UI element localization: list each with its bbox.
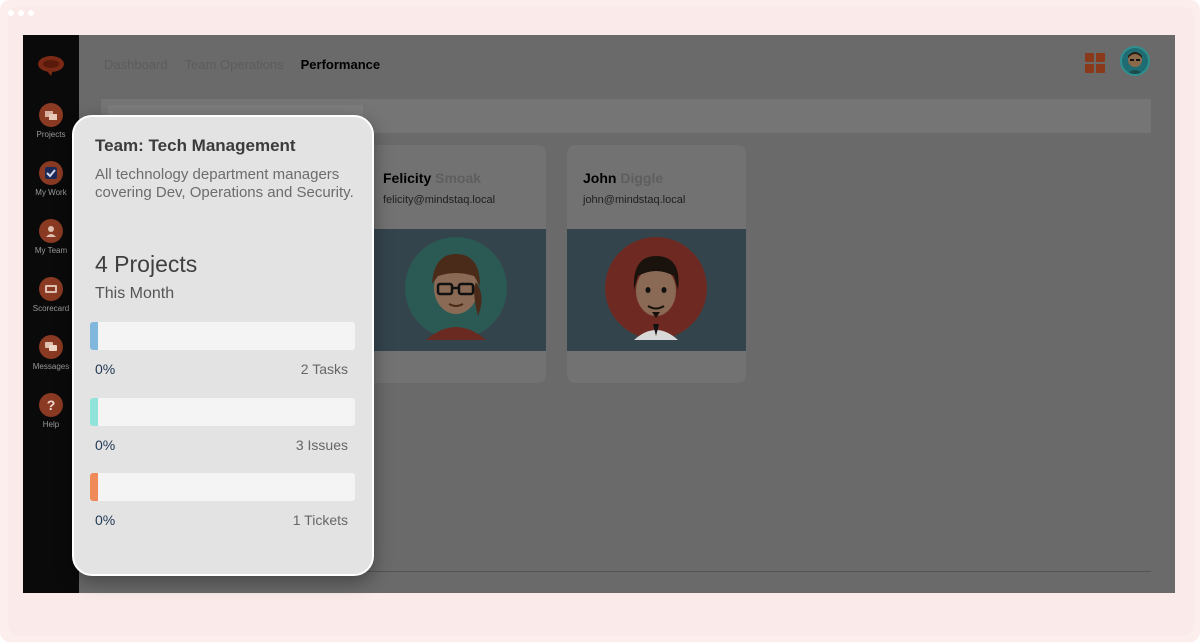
member-banner <box>367 229 546 351</box>
tickets-progress-fill <box>90 473 98 501</box>
sidebar-item-label: Projects <box>36 130 66 139</box>
sidebar-item-label: My Team <box>34 246 68 255</box>
sidebar-item-help[interactable]: ? Help <box>23 393 79 445</box>
team-summary-card: Team: Tech Management All technology dep… <box>72 115 374 576</box>
member-avatar <box>405 237 507 340</box>
tasks-progress-fill <box>90 322 98 350</box>
member-card[interactable]: John Diggle john@mindstaq.local <box>567 145 746 383</box>
issues-percent: 0% <box>95 437 116 453</box>
browser-frame: Projects My Work My Team Scorecard Messa… <box>0 0 1200 642</box>
sidebar-item-label: My Work <box>35 188 67 197</box>
sidebar-item-label: Messages <box>32 362 70 371</box>
apps-grid-icon[interactable] <box>1085 53 1105 73</box>
user-avatar[interactable] <box>1120 46 1150 76</box>
member-last-name: Diggle <box>620 170 664 186</box>
app-logo <box>38 56 64 76</box>
top-navigation: Dashboard Team Operations Performance <box>104 57 380 72</box>
tab-dashboard[interactable]: Dashboard <box>104 57 168 72</box>
tasks-progress-bar <box>90 322 355 350</box>
issues-count: 3 Issues <box>295 437 348 453</box>
tickets-percent: 0% <box>95 512 116 528</box>
sidebar: Projects My Work My Team Scorecard Messa… <box>23 35 79 593</box>
member-name: Felicity Smoak <box>383 170 481 186</box>
person-icon <box>39 219 63 243</box>
sidebar-item-label: Help <box>42 420 60 429</box>
member-avatar <box>605 237 707 340</box>
tickets-progress-bar <box>90 473 355 501</box>
tab-team-operations[interactable]: Team Operations <box>185 57 284 72</box>
checkbox-icon <box>39 161 63 185</box>
member-card[interactable]: Felicity Smoak felicity@mindstaq.local <box>367 145 546 383</box>
sidebar-item-label: Scorecard <box>32 304 70 313</box>
scorecard-icon <box>39 277 63 301</box>
issues-progress-bar <box>90 398 355 426</box>
period-label: This Month <box>95 285 175 302</box>
project-count: 4 Projects <box>95 251 198 277</box>
issues-progress-fill <box>90 398 98 426</box>
member-name: John Diggle <box>583 170 663 186</box>
member-email: john@mindstaq.local <box>583 194 686 206</box>
team-title: Team: Tech Management <box>95 136 296 155</box>
tab-performance[interactable]: Performance <box>301 57 380 72</box>
sidebar-item-my-team[interactable]: My Team <box>23 219 79 271</box>
chat-icon <box>39 335 63 359</box>
member-first-name: John <box>583 170 617 186</box>
projects-icon <box>39 103 63 127</box>
member-first-name: Felicity <box>383 170 432 186</box>
tasks-percent: 0% <box>95 361 116 377</box>
tasks-count: 2 Tasks <box>300 361 348 377</box>
question-icon: ? <box>39 393 63 417</box>
sidebar-item-messages[interactable]: Messages <box>23 335 79 387</box>
tickets-count: 1 Tickets <box>292 512 348 528</box>
sidebar-item-scorecard[interactable]: Scorecard <box>23 277 79 329</box>
team-description: All technology department managers cover… <box>95 166 354 201</box>
member-banner <box>567 229 746 351</box>
sidebar-item-my-work[interactable]: My Work <box>23 161 79 213</box>
member-email: felicity@mindstaq.local <box>383 194 496 206</box>
sidebar-item-projects[interactable]: Projects <box>23 103 79 155</box>
window-dots <box>8 10 34 16</box>
member-last-name: Smoak <box>435 170 482 186</box>
